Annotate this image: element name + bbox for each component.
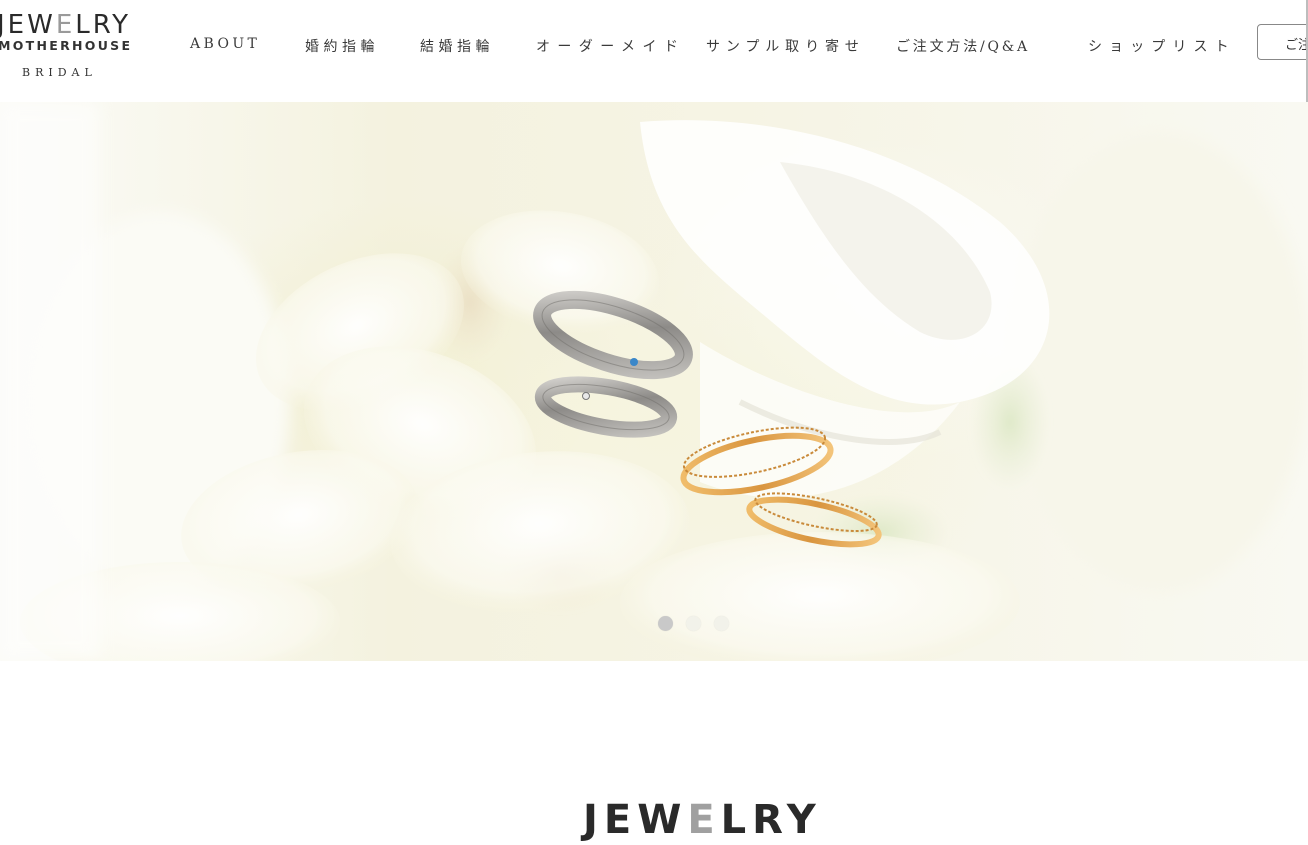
nav-item-order-faq[interactable]: ご注文方法/Q&A xyxy=(896,36,1030,56)
carousel-dot-3[interactable] xyxy=(714,616,729,631)
section-logo-prefix: JEW xyxy=(583,797,688,843)
logo-word-light: E xyxy=(55,10,76,40)
section-logo-suffix: LRY xyxy=(720,797,822,843)
section-jewelry-logo: JEWELRY xyxy=(583,795,822,845)
brand-logo[interactable]: JEWELRY MOTHERHOUSE BRIDAL xyxy=(0,8,140,88)
nav-item-sample-request[interactable]: サンプル取り寄せ xyxy=(706,36,865,56)
nav-item-shop-list[interactable]: ショップリスト xyxy=(1088,36,1236,56)
carousel-dot-2[interactable] xyxy=(686,616,701,631)
nav-item-wedding-rings[interactable]: 結婚指輪 xyxy=(420,36,494,56)
order-button[interactable]: ご注 xyxy=(1257,24,1308,60)
section-logo-light: E xyxy=(687,797,721,843)
logo-word-prefix: JEW xyxy=(0,10,56,40)
logo-wordmark: JEWELRY xyxy=(0,10,131,40)
nav-item-custom-order[interactable]: オーダーメイド xyxy=(536,36,685,56)
logo-word-suffix: LRY xyxy=(75,10,132,40)
logo-subtitle: MOTHERHOUSE xyxy=(0,38,133,53)
logo-tagline: BRIDAL xyxy=(22,66,97,79)
hero-carousel xyxy=(0,102,1308,661)
nav-item-engagement-rings[interactable]: 婚約指輪 xyxy=(305,36,379,56)
nav-item-about[interactable]: ABOUT xyxy=(190,36,260,52)
carousel-dot-1[interactable] xyxy=(658,616,673,631)
hero-rings-image xyxy=(0,102,1308,661)
site-header: JEWELRY MOTHERHOUSE BRIDAL ABOUT 婚約指輪 結婚… xyxy=(0,0,1308,102)
